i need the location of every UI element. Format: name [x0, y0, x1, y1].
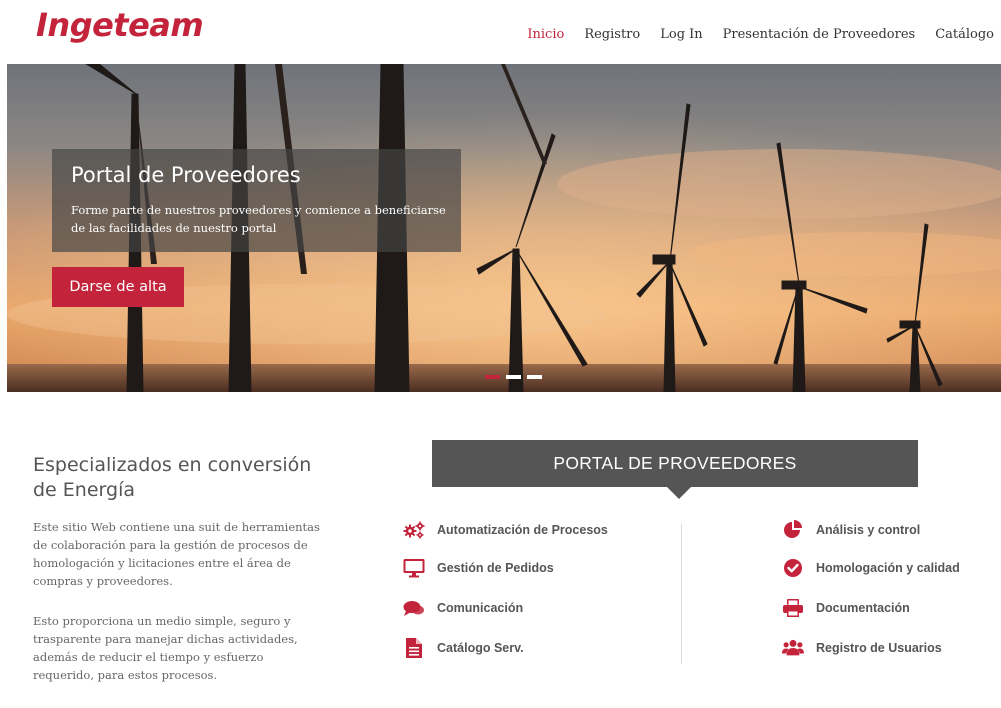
intro-paragraph-1: Este sitio Web contiene una suit de herr…	[33, 520, 320, 588]
feature-documentacion[interactable]: Documentación	[782, 598, 910, 618]
slider-dot-2[interactable]	[506, 375, 521, 379]
feature-comunicacion[interactable]: Comunicación	[403, 598, 523, 618]
monitor-icon	[403, 558, 425, 578]
slider-indicators	[485, 375, 542, 379]
nav-item-presentacion-proveedores[interactable]: Presentación de Proveedores	[713, 27, 926, 42]
feature-label: Comunicación	[437, 601, 524, 615]
feature-automatizacion[interactable]: Automatización de Procesos	[403, 520, 608, 540]
pie-chart-icon	[782, 520, 804, 540]
section-heading: Especializados en conversión de Energía	[33, 454, 312, 501]
nav-item-login[interactable]: Log In	[650, 27, 712, 42]
darse-de-alta-button[interactable]: Darse de alta	[52, 267, 184, 307]
hero-slider: Portal de Proveedores Forme parte de nue…	[7, 64, 1001, 392]
portal-title: PORTAL DE PROVEEDORES	[432, 440, 918, 487]
hero-caption-box: Portal de Proveedores Forme parte de nue…	[52, 149, 461, 252]
comments-icon	[403, 598, 425, 618]
nav-item-catalogo[interactable]: Catálogo	[925, 27, 994, 42]
feature-gestion-pedidos[interactable]: Gestión de Pedidos	[403, 558, 554, 578]
feature-analisis-control[interactable]: Análisis y control	[782, 520, 920, 540]
feature-label: Documentación	[816, 601, 910, 615]
feature-label: Homologación y calidad	[816, 561, 960, 575]
slider-dot-3[interactable]	[527, 375, 542, 379]
feature-label: Automatización de Procesos	[437, 523, 608, 537]
feature-label: Registro de Usuarios	[816, 641, 942, 655]
feature-registro-usuarios[interactable]: Registro de Usuarios	[782, 638, 942, 658]
file-text-icon	[403, 638, 425, 658]
intro-paragraph-2: Esto proporciona un medio simple, seguro…	[33, 614, 298, 682]
feature-label: Catálogo Serv.	[437, 641, 524, 655]
main-nav: Inicio Registro Log In Presentación de P…	[517, 27, 994, 42]
logo[interactable]: Ingeteam	[36, 6, 204, 44]
print-icon	[782, 598, 804, 618]
gears-icon	[403, 520, 425, 540]
feature-catalogo-serv[interactable]: Catálogo Serv.	[403, 638, 524, 658]
feature-homologacion-calidad[interactable]: Homologación y calidad	[782, 558, 960, 578]
nav-item-registro[interactable]: Registro	[574, 27, 650, 42]
check-circle-icon	[782, 558, 804, 578]
hero-title: Portal de Proveedores	[71, 163, 301, 187]
feature-label: Análisis y control	[816, 523, 921, 537]
users-icon	[782, 638, 804, 658]
feature-label: Gestión de Pedidos	[437, 561, 554, 575]
hero-description: Forme parte de nuestros proveedores y co…	[71, 203, 446, 235]
portal-title-pointer	[667, 487, 691, 499]
nav-item-inicio[interactable]: Inicio	[517, 27, 574, 42]
feature-divider	[681, 524, 682, 664]
header: Ingeteam Inicio Registro Log In Presenta…	[0, 0, 1001, 64]
slider-dot-1[interactable]	[485, 375, 500, 379]
